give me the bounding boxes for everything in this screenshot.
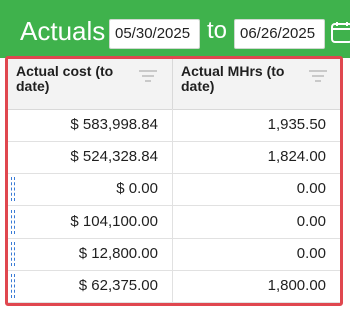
column-header-label: Actual cost (to date): [16, 63, 114, 94]
actuals-header: Actuals 05/30/2025 to 06/26/2025: [0, 0, 350, 58]
end-date-field[interactable]: 06/26/2025: [234, 19, 325, 49]
table-row[interactable]: $ 62,375.00 1,800.00: [8, 270, 340, 303]
column-header-label: Actual MHrs (to date): [181, 63, 285, 94]
table-row[interactable]: $ 0.00 0.00: [8, 173, 340, 207]
cell-actual-mhrs: 0.00: [296, 180, 326, 198]
calendar-icon[interactable]: [331, 21, 350, 43]
cell-actual-mhrs: 1,935.50: [267, 116, 326, 133]
cell-actual-cost: $ 62,375.00: [8, 270, 173, 302]
cell-actual-cost: $ 12,800.00: [8, 237, 173, 270]
cell-actual-cost: $ 104,100.00: [8, 205, 173, 238]
cell-actual-mhrs: 1,800.00: [267, 277, 326, 294]
cell-actual-mhrs: 1,824.00: [267, 148, 326, 166]
column-header-actual-mhrs[interactable]: Actual MHrs (to date): [173, 59, 340, 109]
column-header-actual-cost[interactable]: Actual cost (to date): [8, 59, 173, 109]
table-row[interactable]: $ 583,998.84 1,935.50: [8, 109, 340, 142]
table-row[interactable]: $ 104,100.00 0.00: [8, 205, 340, 239]
date-range-separator: to: [207, 17, 228, 44]
cell-actual-cost: $ 524,328.84: [8, 141, 173, 174]
cell-actual-cost: $ 583,998.84: [8, 109, 173, 141]
cell-actual-cost: $ 0.00: [8, 173, 173, 206]
start-date-field[interactable]: 05/30/2025: [109, 19, 200, 49]
cell-actual-mhrs: 0.00: [296, 244, 326, 262]
table-row[interactable]: $ 12,800.00 0.00: [8, 237, 340, 271]
filter-icon[interactable]: [308, 69, 328, 83]
actuals-grid: Actual cost (to date) Actual MHrs (to da…: [5, 56, 343, 306]
grid-header-row: Actual cost (to date) Actual MHrs (to da…: [8, 59, 340, 110]
cell-actual-mhrs: 0.00: [296, 212, 326, 230]
page-title: Actuals: [20, 16, 106, 46]
table-row[interactable]: $ 524,328.84 1,824.00: [8, 141, 340, 175]
filter-icon[interactable]: [138, 69, 158, 83]
